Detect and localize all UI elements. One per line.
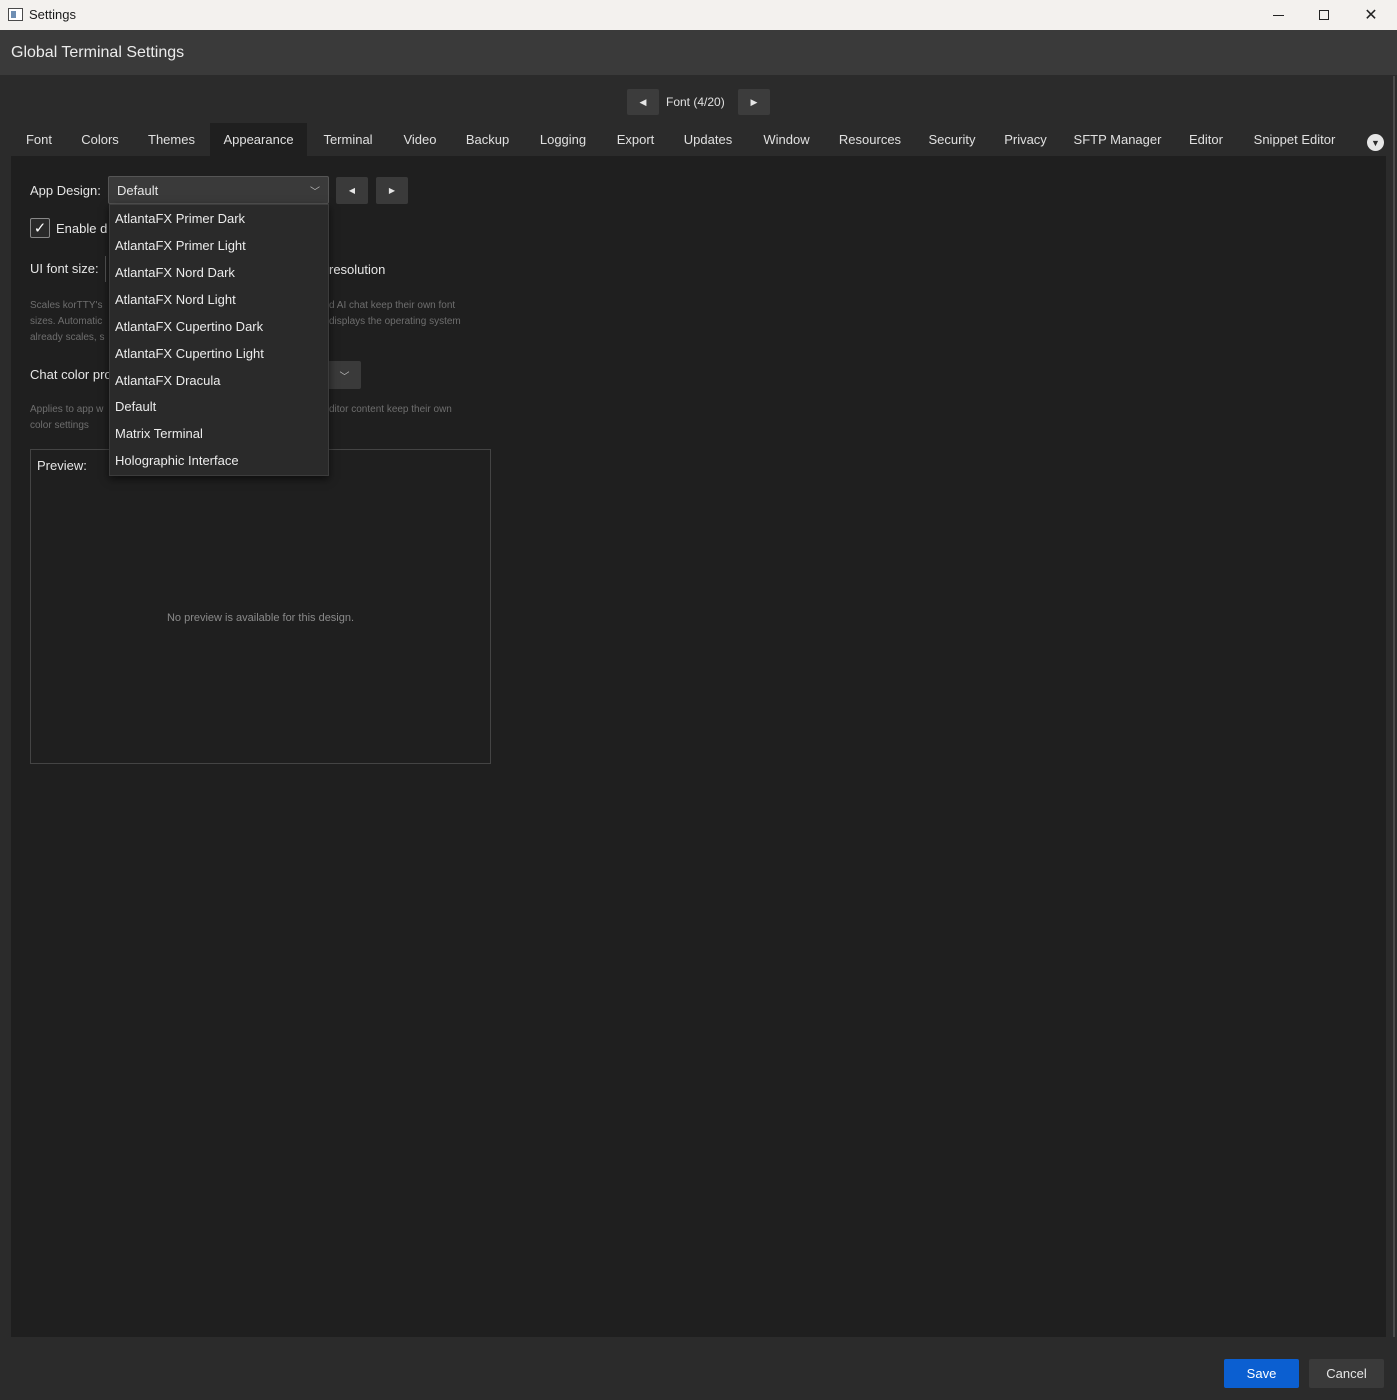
font-description-line1-left: Scales korTTY's (30, 300, 103, 311)
dropdown-option[interactable]: AtlantaFX Primer Dark (115, 211, 245, 226)
app-window-icon (8, 8, 23, 21)
enable-checkbox[interactable]: ✓ (30, 218, 50, 238)
design-preview-box (30, 449, 491, 764)
window-titlebar: Settings ✕ (0, 0, 1397, 30)
dropdown-option[interactable]: Default (115, 399, 156, 414)
tab-updates[interactable]: Updates (669, 123, 747, 156)
app-design-dropdown-list: AtlantaFX Primer Dark AtlantaFX Primer L… (109, 204, 329, 476)
dropdown-option[interactable]: AtlantaFX Cupertino Light (115, 346, 264, 361)
next-design-button[interactable]: ▶ (376, 177, 408, 204)
window-title: Settings (29, 7, 76, 22)
app-design-select[interactable]: Default ﹀ (108, 176, 329, 204)
tab-appearance[interactable]: Appearance (210, 123, 307, 156)
next-section-button[interactable]: ▶ (738, 89, 770, 115)
tab-terminal[interactable]: Terminal (307, 123, 389, 156)
chat-color-label: Chat color pro (30, 367, 112, 382)
font-description-line3-left: already scales, s (30, 332, 105, 343)
app-design-selected-value: Default (117, 183, 159, 198)
window-edge (1393, 76, 1395, 1376)
dropdown-option[interactable]: Matrix Terminal (115, 426, 203, 441)
chat-description-line1-left: Applies to app w (30, 404, 104, 415)
tab-colors[interactable]: Colors (67, 123, 133, 156)
ui-font-size-label: UI font size: (30, 261, 99, 276)
page-title: Global Terminal Settings (11, 44, 185, 61)
preview-label: Preview: (37, 458, 87, 473)
resolution-label: resolution (329, 262, 386, 277)
save-button[interactable]: Save (1224, 1359, 1299, 1388)
tab-overflow-chevron-down-icon[interactable]: ▼ (1367, 134, 1384, 151)
tab-editor[interactable]: Editor (1174, 123, 1238, 156)
maximize-icon[interactable] (1301, 0, 1347, 30)
chat-description-line1-right: ditor content keep their own (329, 404, 452, 415)
dialog-footer (0, 1337, 1397, 1400)
previous-design-button[interactable]: ◀ (336, 177, 368, 204)
font-description-line1-right: d AI chat keep their own font (329, 300, 456, 311)
dropdown-option[interactable]: Holographic Interface (115, 453, 239, 468)
font-description-line2-right: displays the operating system (329, 316, 461, 327)
close-icon[interactable]: ✕ (1348, 0, 1394, 30)
chevron-down-icon: ﹀ (310, 187, 320, 198)
tab-sftp-manager[interactable]: SFTP Manager (1061, 123, 1174, 156)
previous-section-button[interactable]: ◀ (627, 89, 659, 115)
dropdown-option[interactable]: AtlantaFX Nord Dark (115, 265, 235, 280)
section-counter: Font (4/20) (666, 95, 725, 109)
preview-empty-message: No preview is available for this design. (166, 612, 355, 624)
tab-privacy[interactable]: Privacy (990, 123, 1061, 156)
tab-video[interactable]: Video (389, 123, 451, 156)
settings-header: Global Terminal Settings (0, 30, 1397, 75)
tab-resources[interactable]: Resources (826, 123, 914, 156)
minimize-icon[interactable] (1255, 0, 1301, 30)
app-design-label: App Design: (30, 183, 101, 198)
enable-checkbox-label: Enable d (56, 221, 108, 236)
tab-backup[interactable]: Backup (451, 123, 524, 156)
dropdown-option[interactable]: AtlantaFX Dracula (115, 373, 221, 388)
tab-font[interactable]: Font (11, 123, 67, 156)
dropdown-option[interactable]: AtlantaFX Primer Light (115, 238, 246, 253)
dropdown-option[interactable]: AtlantaFX Cupertino Dark (115, 319, 263, 334)
chat-color-select-chevron-down-icon[interactable]: ﹀ (328, 361, 361, 389)
chat-description-line2-left: color settings (30, 420, 89, 431)
font-description-line2-left: sizes. Automatic (30, 316, 103, 327)
tab-window[interactable]: Window (747, 123, 826, 156)
tab-export[interactable]: Export (602, 123, 669, 156)
tab-snippet-editor[interactable]: Snippet Editor (1238, 123, 1351, 156)
tab-logging[interactable]: Logging (524, 123, 602, 156)
tab-security[interactable]: Security (914, 123, 990, 156)
tab-themes[interactable]: Themes (133, 123, 210, 156)
dropdown-option[interactable]: AtlantaFX Nord Light (115, 292, 236, 307)
cancel-button[interactable]: Cancel (1309, 1359, 1384, 1388)
